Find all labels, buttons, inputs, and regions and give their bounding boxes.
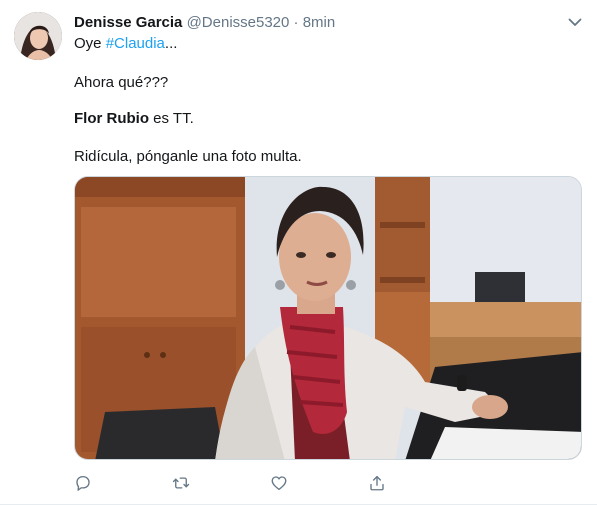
tweet-line-4: Ridícula, pónganle una foto multa. [74, 148, 302, 165]
text-rest: es TT. [149, 110, 194, 127]
tweet-header: Denisse Garcia @Denisse5320 · 8min [74, 13, 335, 33]
reply-icon[interactable] [74, 474, 96, 496]
author-name[interactable]: Denisse Garcia [74, 14, 182, 31]
hashtag-link[interactable]: #Claudia [106, 35, 165, 52]
avatar-photo [14, 12, 62, 60]
separator-dot: · [293, 14, 299, 31]
tweet-timestamp[interactable]: 8min [303, 14, 336, 31]
tweet-actions [74, 474, 574, 496]
bold-name: Flor Rubio [74, 110, 149, 127]
share-icon[interactable] [368, 474, 390, 496]
text-suffix: ... [164, 35, 178, 52]
photo-woman-in-office [75, 177, 581, 459]
tweet[interactable]: Denisse Garcia @Denisse5320 · 8min Oye #… [0, 0, 597, 505]
author-handle[interactable]: @Denisse5320 [187, 14, 290, 31]
heart-icon[interactable] [270, 474, 292, 496]
tweet-line-2: Ahora qué??? [74, 74, 169, 91]
tweet-image[interactable] [74, 176, 582, 460]
text-prefix: Oye [74, 35, 106, 52]
avatar[interactable] [14, 12, 62, 60]
retweet-icon[interactable] [172, 474, 194, 496]
tweet-line-3: Flor Rubio es TT. [74, 109, 194, 129]
chevron-down-icon[interactable] [566, 13, 584, 31]
tweet-line-1: Oye #Claudia... [74, 34, 177, 54]
